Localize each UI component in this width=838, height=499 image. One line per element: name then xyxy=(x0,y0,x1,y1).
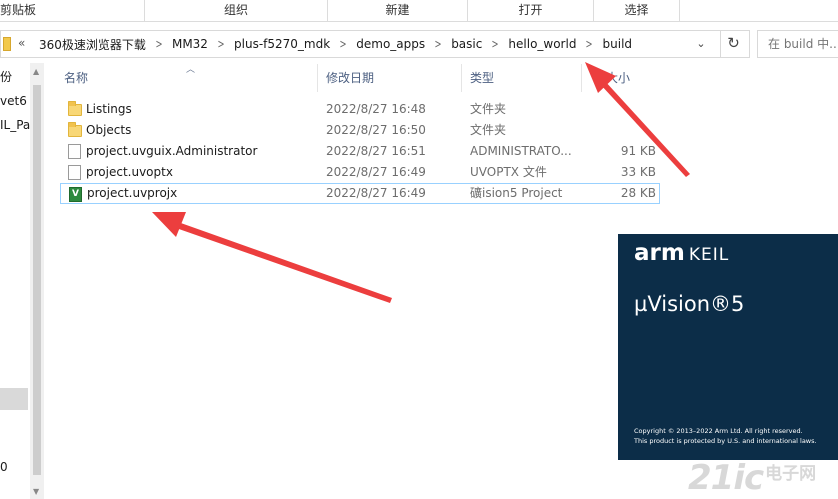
breadcrumb-item[interactable]: MM32 xyxy=(168,37,212,51)
keil-splash-screen: arm KEIL µVision®5 Copyright © 2013–2022 … xyxy=(618,234,838,460)
breadcrumb-item[interactable]: demo_apps xyxy=(352,37,429,51)
file-date: 2022/8/27 16:49 xyxy=(326,165,426,179)
watermark-suffix: 电子网 xyxy=(765,464,817,484)
navigation-pane[interactable]: 份 vet6 IL_Pa 0 xyxy=(0,60,30,499)
chevron-right-icon[interactable]: > xyxy=(337,37,350,51)
chevron-right-icon[interactable]: > xyxy=(432,37,445,51)
file-size xyxy=(580,99,656,120)
file-type: ADMINISTRATO... xyxy=(470,144,572,158)
file-row-selected[interactable]: V project.uvprojx 2022/8/27 16:49 礦ision… xyxy=(60,183,660,204)
file-type: 文件夹 xyxy=(470,123,507,137)
ribbon-group-labels: 剪贴板 组织 新建 打开 选择 xyxy=(0,0,838,22)
file-date: 2022/8/27 16:49 xyxy=(326,186,426,200)
folder-icon xyxy=(68,101,82,116)
search-box[interactable] xyxy=(757,30,838,58)
search-input[interactable] xyxy=(758,31,838,57)
folder-icon xyxy=(68,122,82,137)
chevron-right-icon[interactable]: > xyxy=(489,37,502,51)
chevron-down-icon[interactable]: ⌄ xyxy=(691,35,711,53)
splash-legal: Copyright © 2013–2022 Arm Ltd. All right… xyxy=(634,426,817,446)
file-size: 28 KB xyxy=(620,186,656,200)
logo-keil-text: KEIL xyxy=(688,245,730,265)
file-name: project.uvoptx xyxy=(86,165,173,179)
file-row[interactable]: project.uvoptx 2022/8/27 16:49 UVOPTX 文件… xyxy=(60,162,660,183)
column-headers: 名称 修改日期 类型 大小 xyxy=(46,64,706,92)
file-icon xyxy=(68,144,81,159)
breadcrumb-overflow-button[interactable]: « xyxy=(18,36,25,50)
nav-item[interactable]: 份 xyxy=(0,68,12,85)
column-header-date[interactable]: 修改日期 xyxy=(318,64,462,92)
column-header-type[interactable]: 类型 xyxy=(462,64,582,92)
sort-ascending-icon: ︿ xyxy=(186,65,196,75)
uvision-icon: V xyxy=(69,187,82,202)
file-row[interactable]: Objects 2022/8/27 16:50 文件夹 xyxy=(60,120,660,141)
ribbon-group-clipboard: 剪贴板 xyxy=(0,0,145,22)
file-size: 33 KB xyxy=(620,165,656,179)
breadcrumb-item[interactable]: 360极速浏览器下载 xyxy=(35,36,150,53)
file-name: Objects xyxy=(86,123,132,137)
nav-item[interactable]: 0 xyxy=(0,460,8,474)
file-name: Listings xyxy=(86,102,132,116)
logo-arm-text: arm xyxy=(634,240,685,266)
address-bar[interactable]: « 360极速浏览器下载 > MM32 > plus-f5270_mdk > d… xyxy=(0,30,750,58)
scrollbar-thumb[interactable] xyxy=(33,85,41,475)
breadcrumb-item-current[interactable]: build xyxy=(599,37,637,51)
file-date: 2022/8/27 16:48 xyxy=(326,102,426,116)
watermark-site: 21ic xyxy=(688,458,764,498)
chevron-right-icon[interactable]: > xyxy=(583,37,596,51)
file-name: project.uvprojx xyxy=(87,186,178,200)
file-row[interactable]: project.uvguix.Administrator 2022/8/27 1… xyxy=(60,141,660,162)
file-type: UVOPTX 文件 xyxy=(470,165,547,179)
chevron-right-icon[interactable]: > xyxy=(153,37,166,51)
breadcrumb-item[interactable]: plus-f5270_mdk xyxy=(230,37,334,51)
nav-item[interactable]: IL_Pa xyxy=(0,118,30,132)
scroll-up-icon[interactable]: ▲ xyxy=(33,67,39,76)
file-date: 2022/8/27 16:50 xyxy=(326,123,426,137)
annotation-arrow-uvprojx xyxy=(152,212,392,303)
ribbon-group-open: 打开 xyxy=(468,0,594,22)
arm-keil-logo: arm KEIL xyxy=(634,240,729,266)
refresh-icon: ↻ xyxy=(727,34,740,52)
ribbon-group-organize: 组织 xyxy=(145,0,328,22)
file-icon xyxy=(68,165,81,180)
nav-item[interactable]: vet6 xyxy=(0,94,27,108)
file-date: 2022/8/27 16:51 xyxy=(326,144,426,158)
file-size: 91 KB xyxy=(620,144,656,158)
file-type: 文件夹 xyxy=(470,102,507,116)
breadcrumb-item[interactable]: hello_world xyxy=(504,37,580,51)
ribbon-group-select: 选择 xyxy=(594,0,680,22)
chevron-right-icon[interactable]: > xyxy=(215,37,228,51)
refresh-button[interactable]: ↻ xyxy=(720,30,746,58)
file-size xyxy=(580,120,656,141)
site-watermark: 21ic 电子网 xyxy=(688,458,816,498)
file-type: 礦ision5 Project xyxy=(470,186,563,200)
nav-selected-item[interactable] xyxy=(0,388,28,410)
product-name: µVision®5 xyxy=(634,292,745,316)
file-row[interactable]: Listings 2022/8/27 16:48 文件夹 xyxy=(60,99,660,120)
copyright-text: Copyright © 2013–2022 Arm Ltd. All right… xyxy=(634,427,803,435)
folder-icon xyxy=(3,37,11,51)
nav-scrollbar[interactable]: ▲ ▼ xyxy=(30,63,44,499)
column-header-size[interactable]: 大小 xyxy=(582,64,672,92)
scroll-down-icon[interactable]: ▼ xyxy=(33,487,39,496)
file-name: project.uvguix.Administrator xyxy=(86,144,258,158)
ribbon-group-new: 新建 xyxy=(328,0,468,22)
breadcrumb-item[interactable]: basic xyxy=(447,37,486,51)
column-header-name[interactable]: 名称 xyxy=(46,64,318,92)
breadcrumb: 360极速浏览器下载 > MM32 > plus-f5270_mdk > dem… xyxy=(35,31,636,57)
protection-text: This product is protected by U.S. and in… xyxy=(634,437,817,445)
